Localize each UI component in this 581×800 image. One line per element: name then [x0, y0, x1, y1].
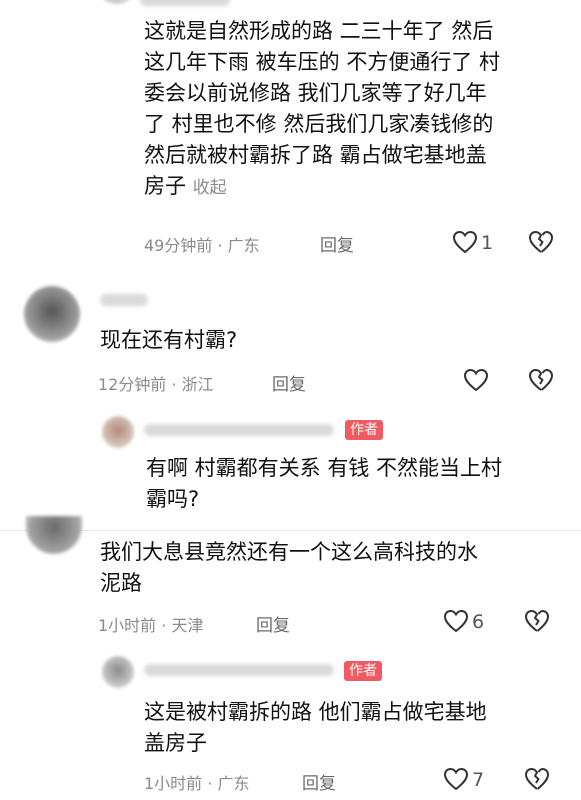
reply-button[interactable]: 回复 [256, 611, 290, 636]
avatar[interactable] [26, 516, 82, 554]
broken-heart-icon [525, 767, 550, 790]
username-blurred[interactable] [144, 424, 334, 436]
heart-outline-icon [443, 609, 469, 633]
dislike-button[interactable] [524, 609, 550, 633]
comment-line: 这就是自然形成的路 二三十年了 然后 [144, 19, 494, 43]
location: 广东 [217, 774, 250, 793]
comment-line: 房子 收起 [144, 171, 564, 204]
broken-heart-icon [525, 609, 550, 632]
username-blurred[interactable] [140, 0, 230, 6]
comment-line: 这几年下雨 被车压的 不方便通行了 村 [144, 50, 501, 74]
heart-outline-icon [452, 230, 478, 254]
broken-heart-icon [529, 368, 554, 391]
location: 浙江 [181, 375, 214, 394]
comment-line: 泥路 [100, 571, 142, 595]
comment-line: 委会以前说修路 我们几家等了好几年 [144, 81, 487, 105]
like-button[interactable] [463, 368, 489, 392]
meta-separator: · [207, 774, 213, 793]
comment-line: 有啊 村霸都有关系 有钱 不然能当上村 [146, 456, 503, 480]
avatar[interactable] [102, 656, 134, 688]
like-button[interactable] [443, 767, 469, 791]
location: 天津 [171, 616, 204, 635]
reply-button[interactable]: 回复 [320, 231, 354, 256]
collapse-link[interactable]: 收起 [193, 178, 227, 198]
comment-meta: 12分钟前 · 浙江 [98, 371, 214, 395]
like-count: 1 [481, 232, 494, 254]
meta-separator: · [171, 375, 177, 394]
username-blurred[interactable] [100, 294, 148, 306]
dislike-button[interactable] [528, 368, 554, 392]
like-count: 6 [472, 611, 485, 633]
dislike-button[interactable] [528, 230, 554, 254]
avatar[interactable] [100, 0, 134, 4]
comment-meta: 49分钟前 · 广东 [144, 232, 260, 256]
broken-heart-icon [529, 230, 554, 253]
heart-outline-icon [443, 767, 469, 791]
comment-text: 有啊 村霸都有关系 有钱 不然能当上村 霸吗? [146, 453, 566, 515]
location: 广东 [227, 236, 260, 255]
comment-meta: 1小时前 · 天津 [98, 612, 203, 636]
heart-outline-icon [463, 368, 489, 392]
timestamp: 1小时前 [98, 616, 157, 635]
timestamp: 1小时前 [144, 774, 203, 793]
like-count: 7 [472, 769, 485, 791]
reply-button[interactable]: 回复 [272, 370, 306, 395]
like-button[interactable] [443, 609, 469, 633]
author-badge: 作者 [345, 420, 383, 440]
meta-separator: · [217, 236, 223, 255]
comment-text: 这就是自然形成的路 二三十年了 然后 这几年下雨 被车压的 不方便通行了 村 委… [144, 16, 564, 204]
avatar[interactable] [102, 416, 134, 448]
comment-text: 现在还有村霸? [100, 328, 238, 352]
dislike-button[interactable] [524, 767, 550, 791]
meta-separator: · [161, 616, 167, 635]
comment-line: 霸吗? [146, 487, 200, 511]
comment-meta: 1小时前 · 广东 [144, 770, 249, 794]
comment-line: 盖房子 [144, 731, 207, 755]
author-badge: 作者 [344, 661, 382, 681]
like-button[interactable] [452, 230, 478, 254]
comment-line: 了 村里也不修 然后我们几家凑钱修的 [144, 112, 494, 136]
comment-line: 这是被村霸拆的路 他们霸占做宅基地 [144, 700, 487, 724]
divider [0, 530, 581, 531]
username-blurred[interactable] [144, 664, 334, 676]
timestamp: 12分钟前 [98, 375, 167, 394]
comment-line-text: 房子 [144, 174, 186, 198]
avatar[interactable] [24, 286, 80, 342]
comment-line: 我们大息县竟然还有一个这么高科技的水 [100, 540, 478, 564]
comment-line: 然后就被村霸拆了路 霸占做宅基地盖 [144, 143, 487, 167]
comment-text: 我们大息县竟然还有一个这么高科技的水 泥路 [100, 537, 560, 599]
comment-text: 这是被村霸拆的路 他们霸占做宅基地 盖房子 [144, 697, 564, 759]
timestamp: 49分钟前 [144, 236, 213, 255]
reply-button[interactable]: 回复 [302, 769, 336, 794]
